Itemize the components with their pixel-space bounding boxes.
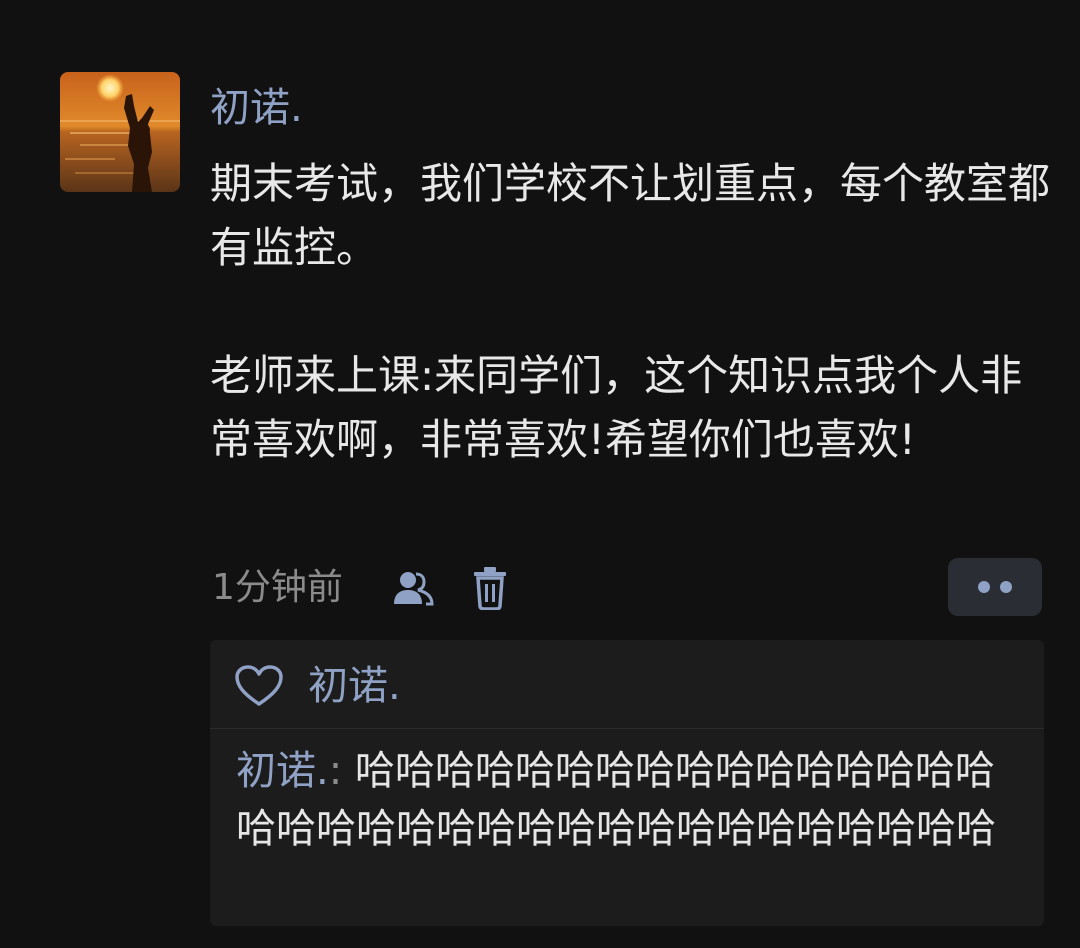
more-dot (1000, 581, 1012, 593)
interaction-panel: 初诺. 初诺.: 哈哈哈哈哈哈哈哈哈哈哈哈哈哈哈哈哈哈哈哈哈哈哈哈哈哈哈哈哈哈哈… (210, 640, 1044, 926)
moment-post: 初诺. 期末考试，我们学校不让划重点，每个教室都有监控。 老师来上课:来同学们，… (0, 0, 1080, 948)
like-user-name[interactable]: 初诺. (308, 658, 401, 714)
author-name[interactable]: 初诺. (210, 78, 303, 138)
heart-icon (234, 664, 284, 708)
avatar[interactable] (60, 72, 180, 192)
comment-text: 哈哈哈哈哈哈哈哈哈哈哈哈哈哈哈哈哈哈哈哈哈哈哈哈哈哈哈哈哈哈哈哈哈哈哈 (236, 748, 996, 852)
comment-item[interactable]: 初诺.: 哈哈哈哈哈哈哈哈哈哈哈哈哈哈哈哈哈哈哈哈哈哈哈哈哈哈哈哈哈哈哈哈哈哈哈 (236, 742, 1016, 858)
comment-separator: : (328, 748, 343, 794)
trash-icon[interactable] (472, 566, 508, 611)
post-meta-row: 1分钟前 (210, 558, 1046, 618)
comment-author[interactable]: 初诺. (236, 748, 329, 794)
post-time: 1分钟前 (212, 567, 343, 608)
avatar-image (60, 72, 180, 192)
more-dot (978, 581, 990, 593)
likes-row: 初诺. (210, 640, 1044, 729)
people-icon[interactable] (390, 568, 438, 608)
post-content: 期末考试，我们学校不让划重点，每个教室都有监控。 老师来上课:来同学们，这个知识… (210, 159, 1051, 464)
more-dots-icon[interactable] (948, 558, 1042, 616)
